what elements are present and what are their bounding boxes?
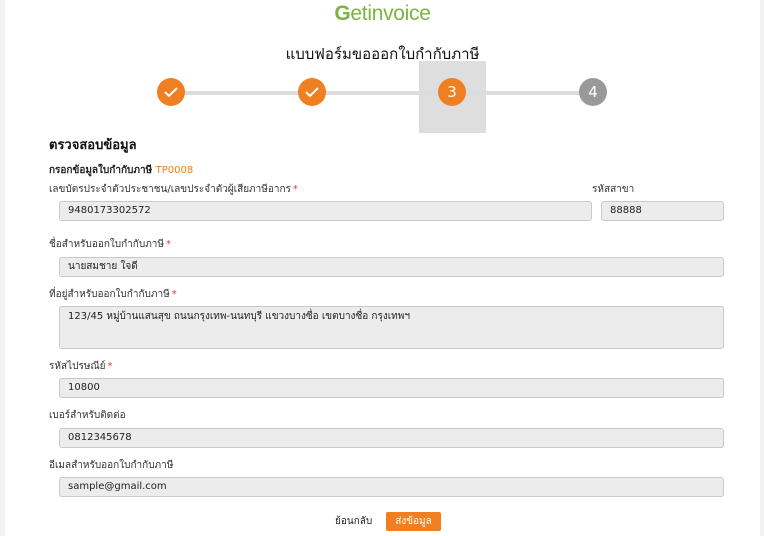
- name-label: ชื่อสำหรับออกใบกำกับภาษี *: [49, 237, 171, 252]
- getinvoice-logo: Getinvoice: [5, 2, 760, 26]
- step-3-current: 3: [438, 78, 466, 106]
- address-label-text: ที่อยู่สำหรับออกใบกำกับภาษี: [49, 289, 170, 300]
- email-field[interactable]: sample@gmail.com: [59, 477, 724, 497]
- check-icon: [305, 87, 319, 98]
- logo-letter: G: [334, 2, 351, 25]
- sub-title: กรอกข้อมูลใบกำกับภาษี TP0008: [49, 163, 193, 178]
- send-button[interactable]: ส่งข้อมูล: [386, 512, 441, 531]
- email-label: อีเมลสำหรับออกใบกำกับภาษี: [49, 460, 174, 471]
- sub-title-text: กรอกข้อมูลใบกำกับภาษี: [49, 165, 153, 176]
- required-mark: *: [171, 289, 177, 300]
- postcode-field[interactable]: 10800: [59, 378, 724, 398]
- required-mark: *: [166, 239, 171, 250]
- tax-id-field[interactable]: 9480173302572: [59, 201, 592, 221]
- address-label: ที่อยู่สำหรับออกใบกำกับภาษี *: [49, 287, 177, 302]
- name-label-text: ชื่อสำหรับออกใบกำกับภาษี: [49, 239, 164, 250]
- tax-id-label: เลขบัตรประจำตัวประชาชน/เลขประจำตัวผู้เสี…: [49, 182, 298, 197]
- phone-label: เบอร์สำหรับติดต่อ: [49, 410, 126, 421]
- postcode-label: รหัสไปรษณีย์ *: [49, 359, 113, 374]
- page-title: แบบฟอร์มขอออกใบกำกับภาษี: [285, 45, 480, 63]
- required-mark: *: [107, 361, 113, 372]
- postcode-label-text: รหัสไปรษณีย์: [49, 361, 106, 372]
- form-code: TP0008: [155, 165, 194, 176]
- step-4-pending: 4: [579, 78, 607, 106]
- back-button[interactable]: ย้อนกลับ: [335, 514, 372, 529]
- required-mark: *: [292, 184, 298, 195]
- form-card: Getinvoice แบบฟอร์มขอออกใบกำกับภาษี 3 4 …: [5, 0, 760, 536]
- phone-field[interactable]: 0812345678: [59, 428, 724, 448]
- stepper-track: [175, 91, 595, 95]
- step-2-complete: [298, 78, 326, 106]
- section-title: ตรวจสอบข้อมูล: [49, 138, 137, 153]
- logo-text: etinvoice: [350, 2, 431, 25]
- address-field[interactable]: 123/45 หมู่บ้านแสนสุข ถนนกรุงเทพ-นนทบุรี…: [59, 306, 724, 349]
- branch-label: รหัสสาขา: [592, 184, 635, 195]
- branch-field[interactable]: 88888: [601, 201, 724, 221]
- step-1-complete: [157, 78, 185, 106]
- tax-id-label-text: เลขบัตรประจำตัวประชาชน/เลขประจำตัวผู้เสี…: [49, 184, 291, 195]
- name-field[interactable]: นายสมชาย ใจดี: [59, 257, 724, 277]
- check-icon: [164, 87, 178, 98]
